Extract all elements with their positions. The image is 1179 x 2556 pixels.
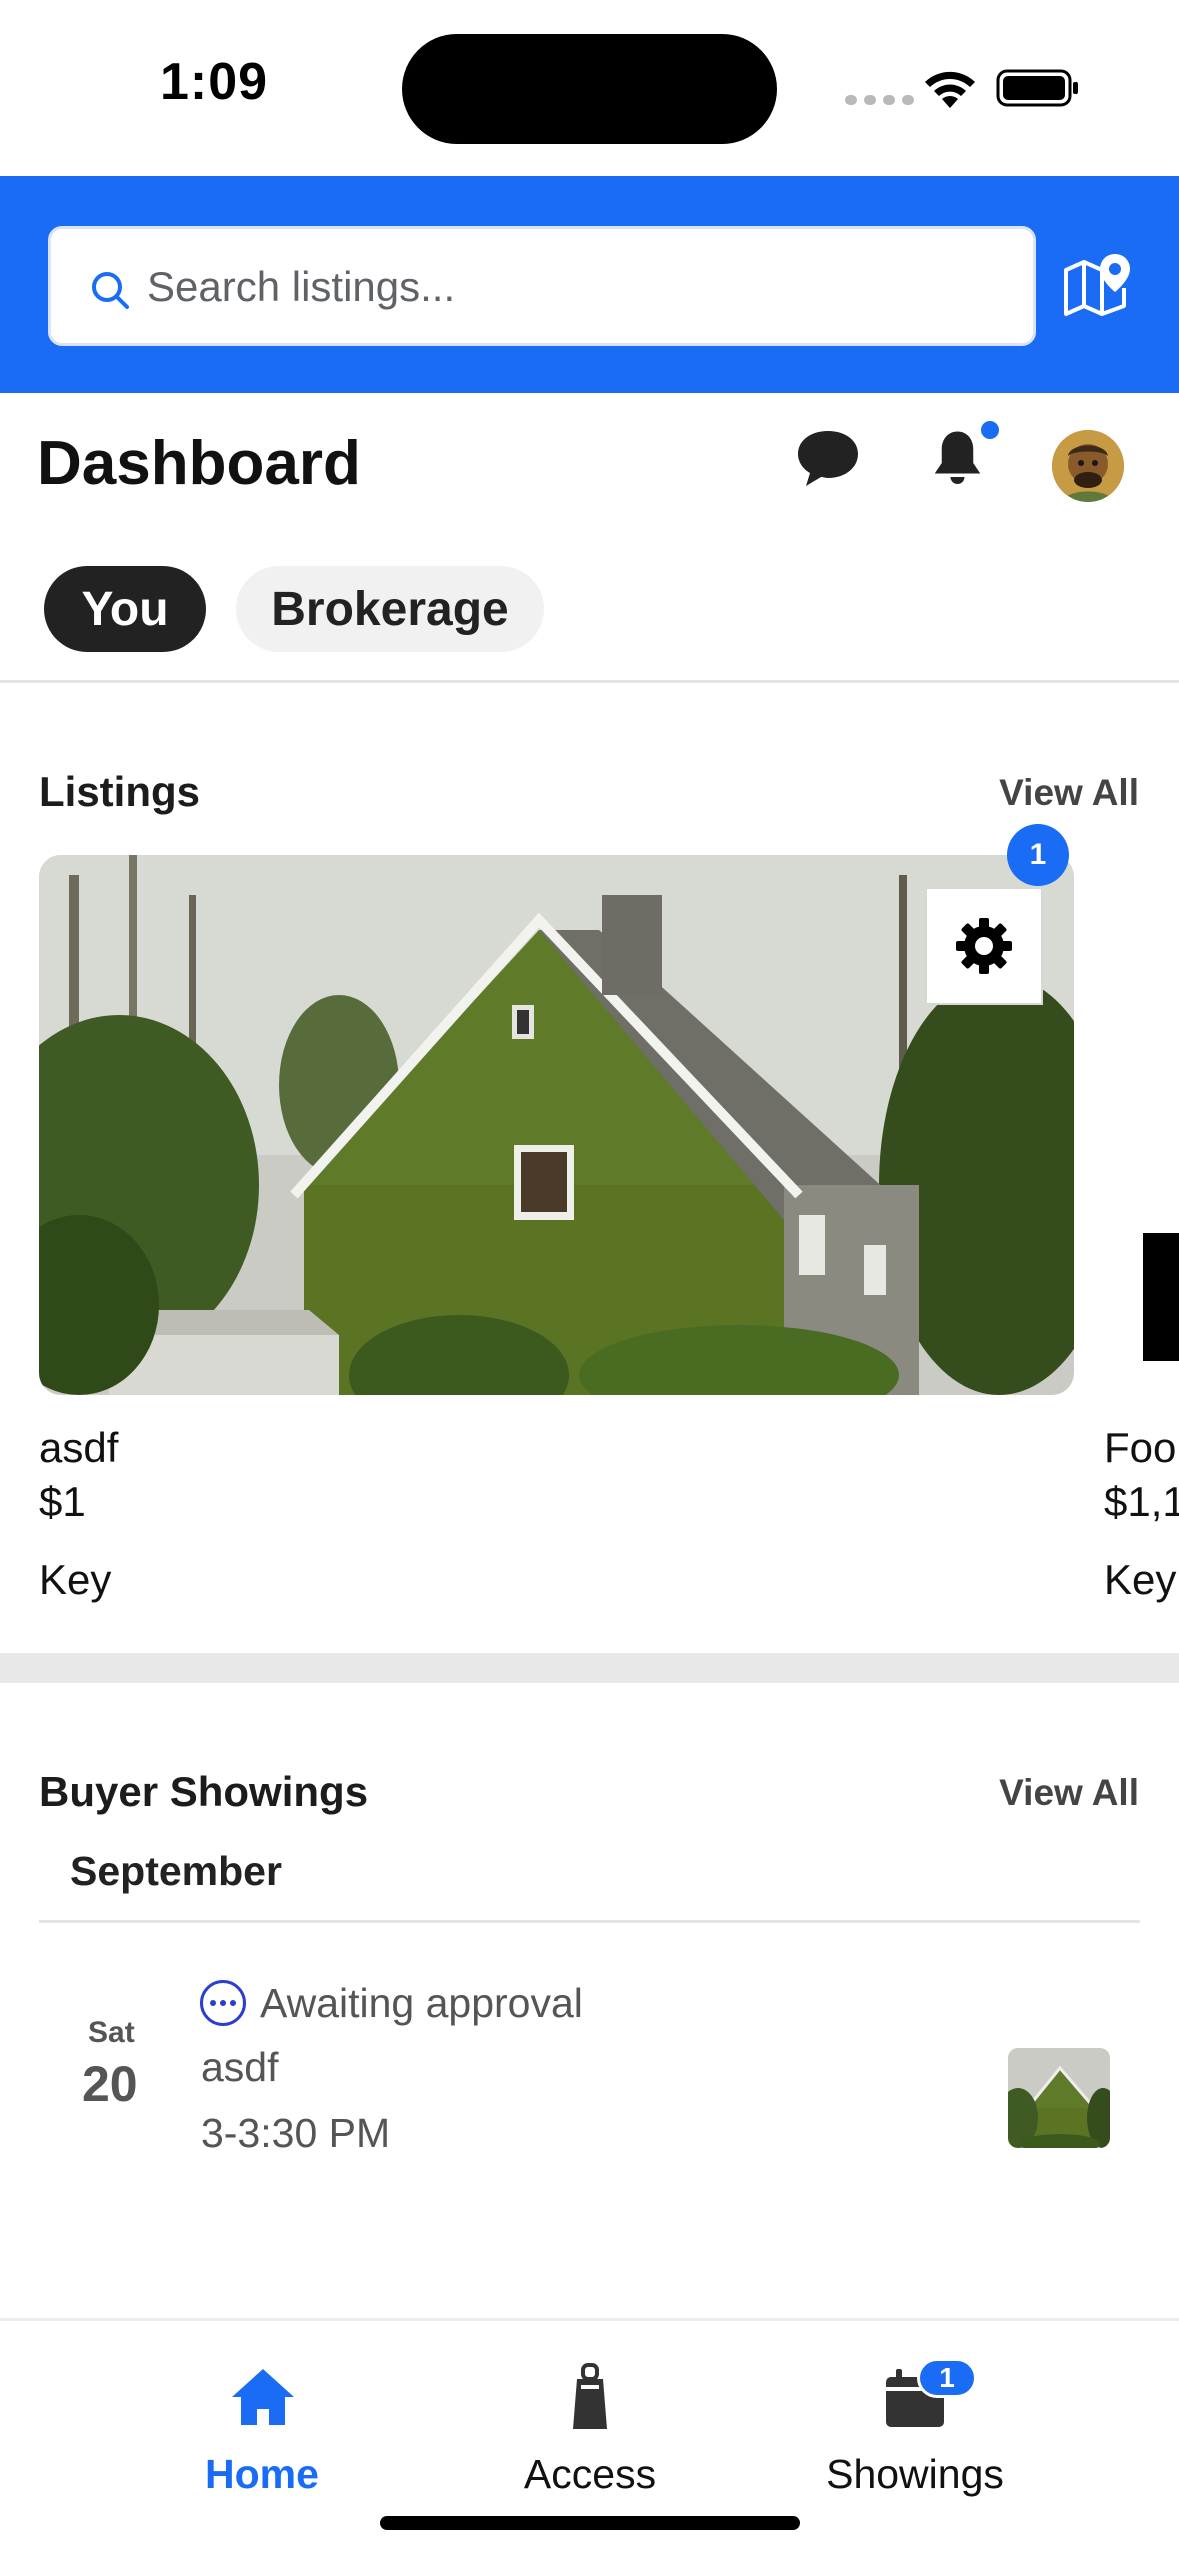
cellular-signal-icon bbox=[845, 95, 914, 105]
gear-icon bbox=[956, 918, 1012, 974]
battery-icon bbox=[996, 69, 1078, 107]
showing-listing: asdf bbox=[201, 2044, 279, 2090]
divider bbox=[0, 680, 1179, 683]
notification-dot bbox=[978, 418, 1002, 442]
next-listing-photo[interactable] bbox=[1105, 855, 1179, 1395]
segment-you[interactable]: You bbox=[44, 566, 206, 652]
tab-access-label: Access bbox=[523, 2451, 657, 2497]
listing-photo[interactable] bbox=[39, 855, 1074, 1395]
lockbox-icon bbox=[573, 2363, 607, 2429]
page-title: Dashboard bbox=[37, 429, 361, 498]
next-listing-price: $1,1 bbox=[1104, 1478, 1179, 1525]
notifications-button[interactable] bbox=[930, 418, 1002, 498]
status-bar: 1:09 bbox=[0, 0, 1179, 176]
showing-status: Awaiting approval bbox=[260, 1980, 583, 2026]
search-bar[interactable] bbox=[48, 226, 1036, 346]
tab-showings-label: Showings bbox=[826, 2451, 1004, 2497]
listing-price: $1 bbox=[39, 1478, 86, 1525]
tab-home[interactable]: Home bbox=[112, 2321, 412, 2521]
avatar-image bbox=[1052, 430, 1124, 502]
home-indicator bbox=[380, 2516, 800, 2530]
app-header bbox=[0, 176, 1179, 393]
listing-name: asdf bbox=[39, 1424, 119, 1471]
listing-access: Key bbox=[39, 1556, 112, 1603]
showing-thumbnail[interactable] bbox=[1008, 2048, 1110, 2148]
segment-brokerage[interactable]: Brokerage bbox=[236, 566, 544, 652]
listings-view-all-link[interactable]: View All bbox=[999, 772, 1139, 814]
showing-time: 3-3:30 PM bbox=[201, 2110, 391, 2156]
divider bbox=[39, 1920, 1140, 1923]
search-icon bbox=[92, 272, 129, 309]
pending-status-icon bbox=[200, 1980, 246, 2026]
buyer-showings-title: Buyer Showings bbox=[39, 1768, 369, 1815]
map-pin-icon[interactable] bbox=[1062, 252, 1132, 318]
search-input[interactable] bbox=[147, 253, 1007, 321]
avatar[interactable] bbox=[1052, 430, 1124, 502]
showing-date: 20 bbox=[82, 2056, 138, 2112]
tab-home-label: Home bbox=[205, 2451, 319, 2497]
next-listing-access: Key bbox=[1104, 1556, 1177, 1603]
showings-view-all-link[interactable]: View All bbox=[999, 1772, 1139, 1814]
house-thumbnail bbox=[1008, 2048, 1110, 2148]
chat-icon[interactable] bbox=[795, 428, 861, 490]
status-time: 1:09 bbox=[160, 53, 269, 111]
wifi-icon bbox=[925, 71, 975, 108]
month-label: September bbox=[70, 1848, 282, 1894]
house-photo bbox=[39, 855, 1074, 1395]
tab-showings[interactable]: Showings bbox=[765, 2321, 1065, 2521]
home-icon bbox=[232, 2369, 294, 2425]
section-divider bbox=[0, 1653, 1179, 1683]
showings-count-badge: 1 bbox=[917, 2358, 977, 2398]
showing-day: Sat bbox=[88, 2016, 135, 2049]
next-listing-name: Foo bbox=[1104, 1424, 1177, 1471]
listings-section-title: Listings bbox=[39, 768, 201, 815]
dynamic-island bbox=[402, 34, 777, 144]
tab-access[interactable]: Access bbox=[440, 2321, 740, 2521]
listing-settings-button[interactable] bbox=[925, 887, 1043, 1005]
settings-count-badge: 1 bbox=[1007, 824, 1069, 886]
